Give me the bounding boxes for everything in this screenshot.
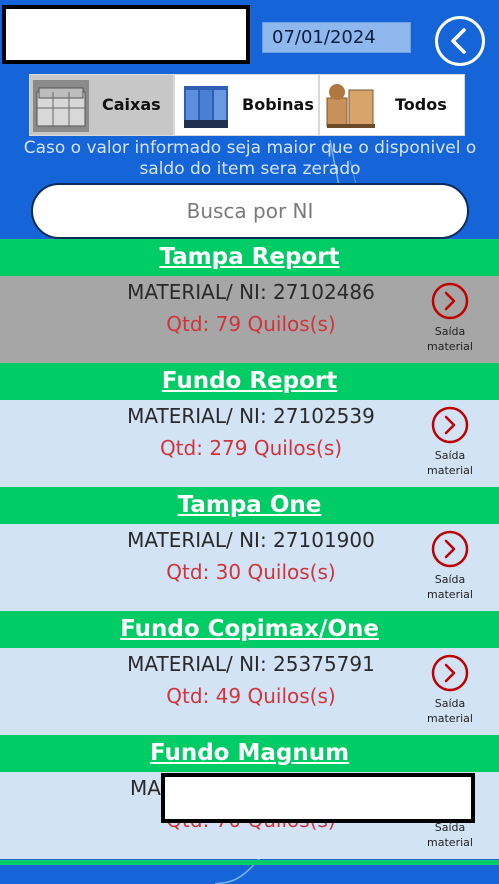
- item-body[interactable]: MATERIAL/ NI: 27102539 Qtd: 279 Quilos(s…: [0, 400, 499, 487]
- chevron-right-circle-icon[interactable]: [430, 405, 470, 445]
- tab-caixas[interactable]: Caixas: [29, 74, 174, 136]
- list-item[interactable]: Fundo Copimax/One MATERIAL/ NI: 25375791…: [0, 611, 499, 735]
- chevron-right-circle-icon[interactable]: [430, 529, 470, 569]
- item-title[interactable]: Fundo Copimax/One: [0, 611, 499, 648]
- item-body[interactable]: MATERIAL/ NI: 25375791 Qtd: 49 Quilos(s)…: [0, 648, 499, 735]
- list-item[interactable]: Fundo Report MATERIAL/ NI: 27102539 Qtd:…: [0, 363, 499, 487]
- rolls-thumbnail: [178, 80, 234, 132]
- item-title[interactable]: Fundo Report: [0, 363, 499, 400]
- redacted-box: [2, 5, 250, 64]
- exit-material-button[interactable]: Saída material: [415, 572, 485, 602]
- footer-strip: [0, 860, 499, 865]
- date-field[interactable]: 07/01/2024: [262, 22, 411, 53]
- item-ni: MATERIAL/ NI: 25375791: [127, 652, 375, 676]
- item-body[interactable]: MATERIAL/ NI: 27101900 Qtd: 30 Quilos(s)…: [0, 524, 499, 611]
- tab-todos[interactable]: Todos: [319, 74, 465, 136]
- search-input[interactable]: Busca por NI: [31, 183, 469, 239]
- tab-label: Todos: [395, 95, 447, 114]
- all-items-thumbnail: [323, 80, 379, 132]
- notice-text: Caso o valor informado seja maior que o …: [23, 138, 477, 179]
- material-list: Tampa Report MATERIAL/ NI: 27102486 Qtd:…: [0, 239, 499, 859]
- item-ni: MA: [130, 776, 161, 800]
- exit-material-button[interactable]: Saída material: [415, 696, 485, 726]
- item-title[interactable]: Fundo Magnum: [0, 735, 499, 772]
- item-title[interactable]: Tampa One: [0, 487, 499, 524]
- chevron-right-circle-icon[interactable]: [430, 653, 470, 693]
- list-item[interactable]: Tampa Report MATERIAL/ NI: 27102486 Qtd:…: [0, 239, 499, 363]
- item-ni: MATERIAL/ NI: 27102486: [127, 280, 375, 304]
- item-ni: MATERIAL/ NI: 27102539: [127, 404, 375, 428]
- tab-label: Bobinas: [242, 95, 314, 114]
- chevron-left-circle-icon: [451, 28, 466, 54]
- redacted-box: [161, 773, 475, 823]
- exit-material-button[interactable]: Saída material: [415, 324, 485, 354]
- tab-label: Caixas: [102, 95, 161, 114]
- item-ni: MATERIAL/ NI: 27101900: [127, 528, 375, 552]
- boxes-thumbnail: [33, 80, 89, 132]
- chevron-right-circle-icon[interactable]: [430, 281, 470, 321]
- exit-material-button[interactable]: Saída material: [415, 820, 485, 850]
- list-item[interactable]: Tampa One MATERIAL/ NI: 27101900 Qtd: 30…: [0, 487, 499, 611]
- back-button[interactable]: [435, 16, 485, 66]
- tab-bobinas[interactable]: Bobinas: [174, 74, 319, 136]
- item-body[interactable]: MATERIAL/ NI: 27102486 Qtd: 79 Quilos(s)…: [0, 276, 499, 363]
- item-title[interactable]: Tampa Report: [0, 239, 499, 276]
- exit-material-button[interactable]: Saída material: [415, 448, 485, 478]
